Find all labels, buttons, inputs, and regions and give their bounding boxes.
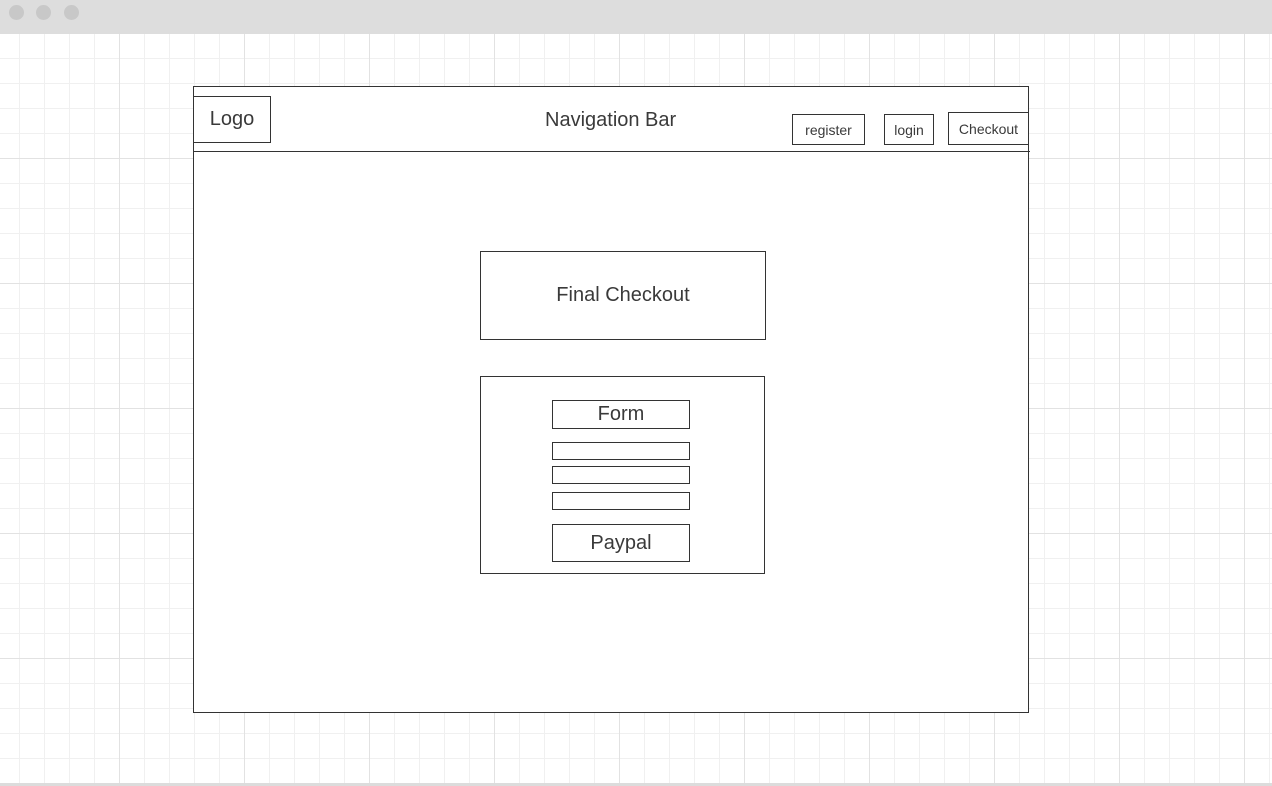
form-input-field[interactable]	[552, 442, 690, 460]
login-button[interactable]: login	[884, 114, 934, 145]
paypal-button[interactable]: Paypal	[552, 524, 690, 562]
form-input-field[interactable]	[552, 492, 690, 510]
form-title: Form	[552, 400, 690, 429]
checkout-button[interactable]: Checkout	[948, 112, 1029, 145]
app-window: Logo Navigation Bar register login Check…	[0, 0, 1272, 786]
register-button[interactable]: register	[792, 114, 865, 145]
minimize-dot[interactable]	[36, 5, 51, 20]
final-checkout-heading: Final Checkout	[480, 251, 766, 340]
logo[interactable]: Logo	[193, 96, 271, 143]
navigation-bar-title: Navigation Bar	[545, 109, 677, 131]
window-titlebar	[0, 0, 1272, 34]
navbar-divider	[193, 151, 1030, 152]
zoom-dot[interactable]	[64, 5, 79, 20]
form-input-field[interactable]	[552, 466, 690, 484]
close-dot[interactable]	[9, 5, 24, 20]
